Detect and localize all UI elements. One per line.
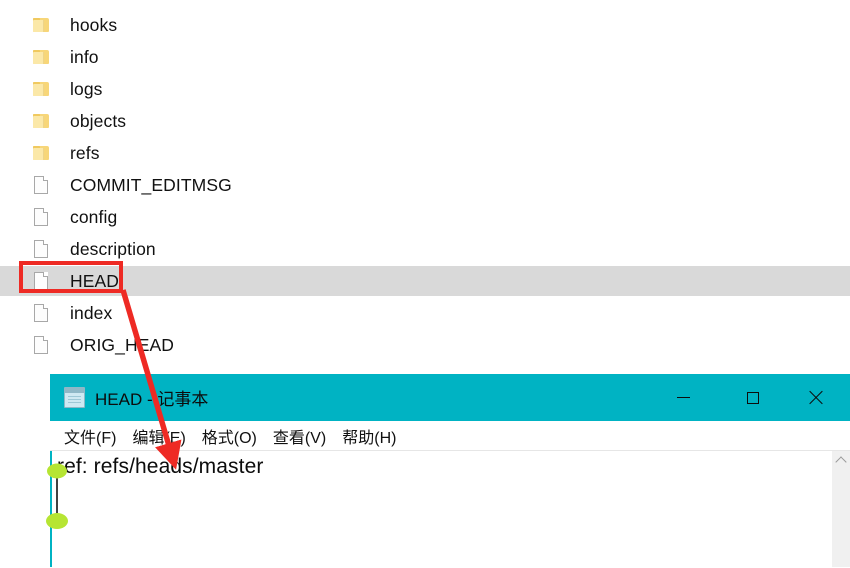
document-icon — [32, 303, 52, 323]
file-name-label: COMMIT_EDITMSG — [70, 174, 232, 195]
file-name-label: logs — [70, 78, 103, 99]
file-name-label: hooks — [70, 14, 118, 35]
file-list-row[interactable]: config — [0, 202, 850, 232]
notepad-title-bar[interactable]: HEAD - 记事本 — [50, 374, 850, 421]
menu-item-1[interactable]: 编辑(E) — [124, 424, 193, 448]
file-list-row[interactable]: ORIG_HEAD — [0, 330, 850, 360]
folder-icon — [32, 111, 52, 131]
close-icon — [808, 390, 823, 405]
close-button[interactable] — [792, 374, 838, 421]
file-name-label: index — [70, 302, 113, 323]
window-title: HEAD - 记事本 — [95, 390, 209, 409]
document-icon — [32, 175, 52, 195]
maximize-icon — [747, 391, 759, 404]
file-list-row[interactable]: HEAD — [0, 266, 850, 296]
maximize-button[interactable] — [730, 374, 776, 421]
folder-icon — [32, 47, 52, 67]
notepad-icon — [64, 387, 85, 408]
chevron-up-glyph — [835, 455, 847, 468]
file-name-label: HEAD — [70, 270, 120, 291]
document-icon — [32, 239, 52, 259]
folder-icon — [32, 79, 52, 99]
file-list-row[interactable]: logs — [0, 74, 850, 104]
explorer-file-list: hooks info logs objects refs COMMIT_EDITMSGco… — [0, 0, 850, 368]
notepad-window: HEAD - 记事本 文件(F) 编辑(E) 格式(O) 查看(V) 帮助(H) ref… — [50, 374, 850, 568]
notepad-text-content: ref: refs/heads/master — [57, 455, 264, 478]
file-list-row[interactable]: hooks — [0, 10, 850, 40]
file-list-row[interactable]: refs — [0, 138, 850, 168]
menu-item-2[interactable]: 格式(O) — [194, 424, 265, 448]
menu-item-3[interactable]: 查看(V) — [265, 424, 334, 448]
notepad-icon-lines — [68, 396, 81, 397]
notepad-menu-bar: 文件(F) 编辑(E) 格式(O) 查看(V) 帮助(H) — [50, 421, 850, 451]
file-name-label: config — [70, 206, 118, 227]
menu-item-0[interactable]: 文件(F) — [56, 424, 124, 448]
chevron-up-icon[interactable] — [832, 451, 850, 469]
notepad-icon-spiral — [65, 388, 84, 393]
notepad-text-area[interactable]: ref: refs/heads/master — [50, 451, 850, 567]
file-name-label: description — [70, 238, 156, 259]
file-name-label: refs — [70, 142, 100, 163]
document-icon — [32, 207, 52, 227]
document-icon — [32, 335, 52, 355]
folder-icon — [32, 143, 52, 163]
file-name-label: ORIG_HEAD — [70, 334, 174, 355]
file-list-row[interactable]: info — [0, 42, 850, 72]
file-list-row[interactable]: objects — [0, 106, 850, 136]
file-list-row[interactable]: description — [0, 234, 850, 264]
minimize-icon — [676, 397, 690, 398]
menu-item-4[interactable]: 帮助(H) — [334, 424, 404, 448]
minimize-button[interactable] — [660, 374, 706, 421]
file-name-label: info — [70, 46, 99, 67]
file-name-label: objects — [70, 110, 127, 131]
file-list-row[interactable]: index — [0, 298, 850, 328]
vertical-scrollbar[interactable] — [832, 451, 850, 567]
file-list-row[interactable]: COMMIT_EDITMSG — [0, 170, 850, 200]
folder-icon — [32, 15, 52, 35]
document-icon — [32, 271, 52, 291]
